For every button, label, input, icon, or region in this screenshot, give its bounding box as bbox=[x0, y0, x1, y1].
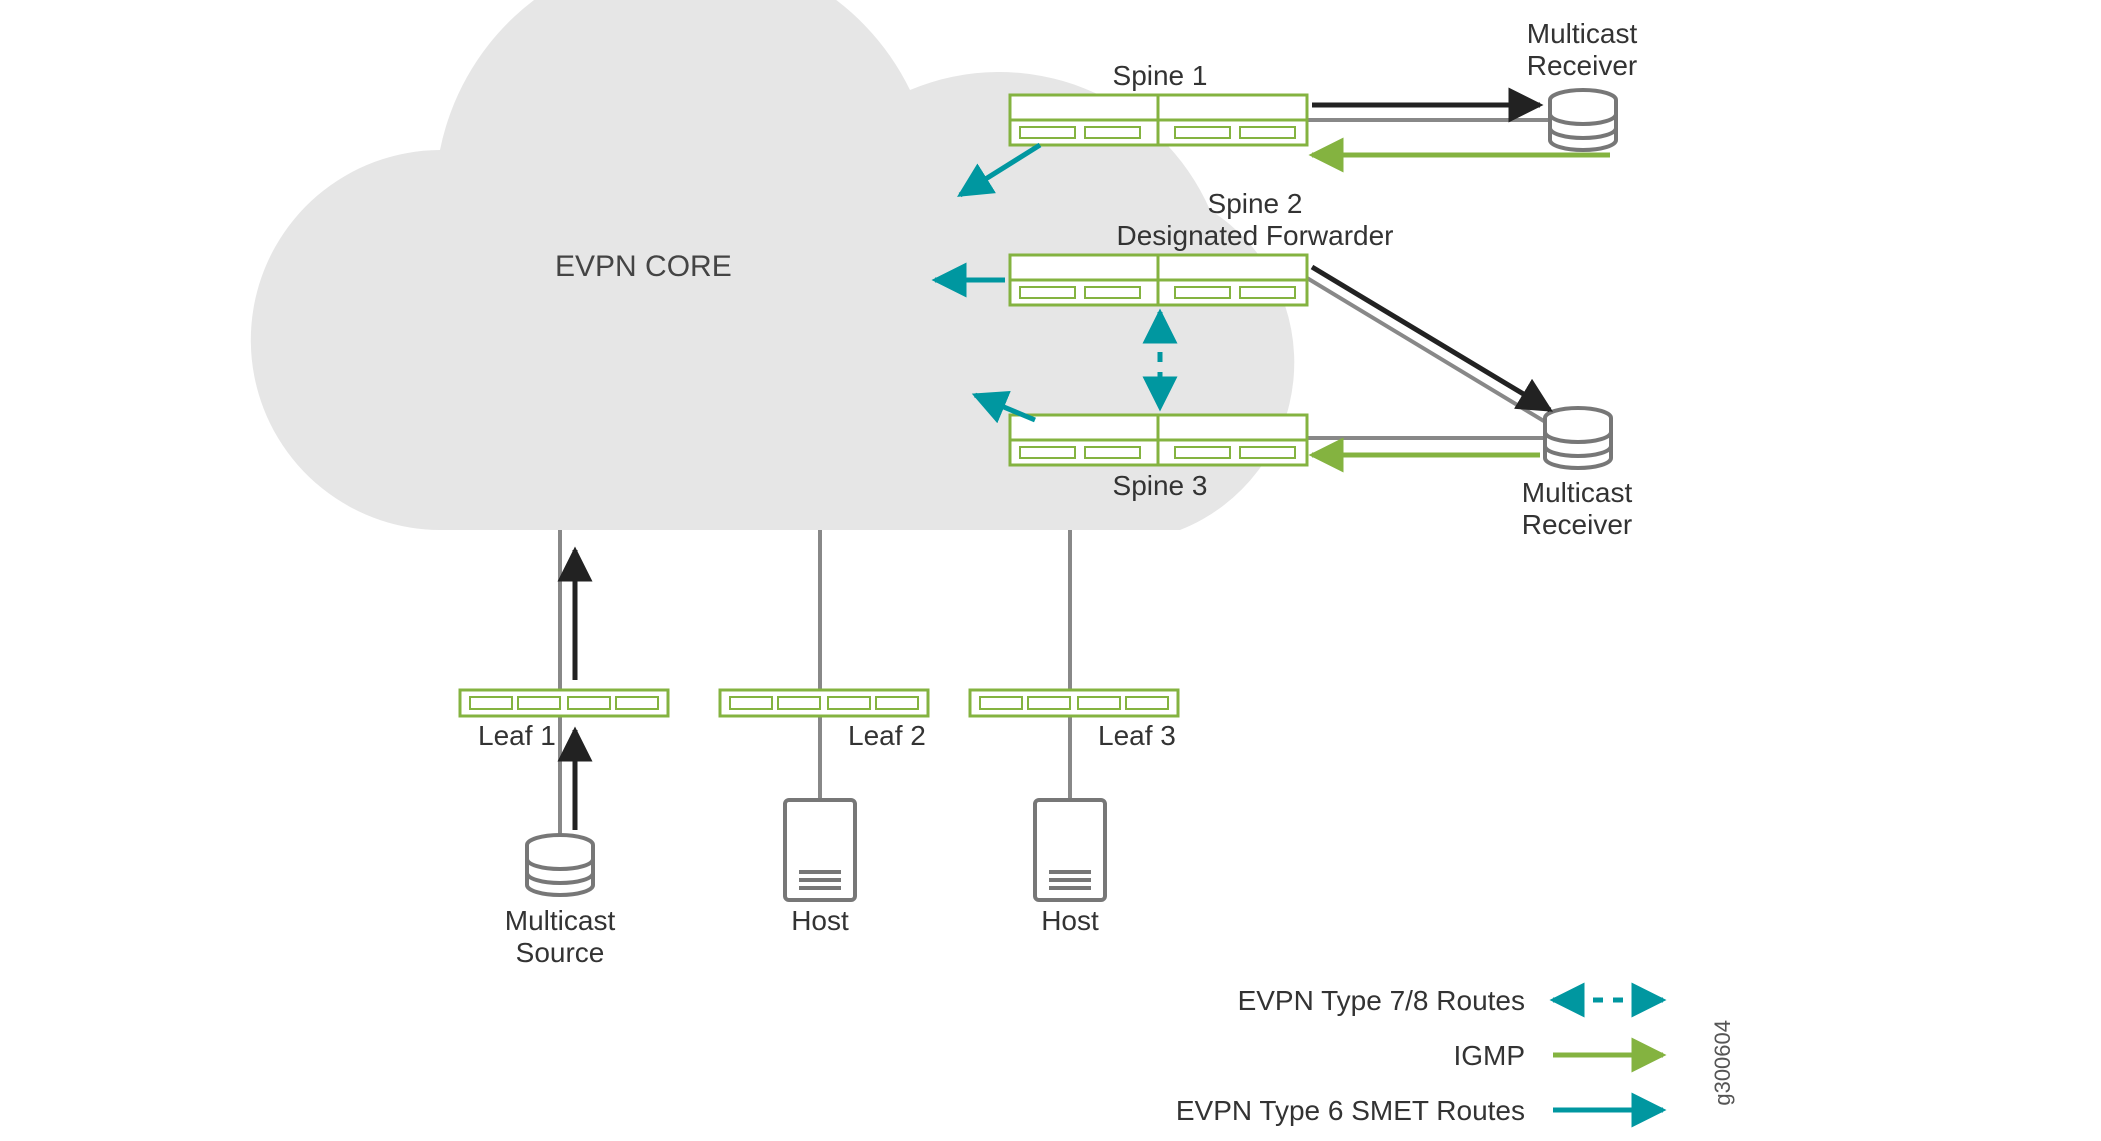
spine3-switch bbox=[1010, 415, 1307, 465]
multicast-source-icon bbox=[527, 835, 593, 895]
legend-lines bbox=[1553, 1000, 1663, 1110]
core-label: EVPN CORE bbox=[555, 250, 732, 285]
leaf2-switch bbox=[720, 690, 928, 716]
leaf3-label: Leaf 3 bbox=[1098, 720, 1176, 752]
figure-id: g300604 bbox=[1710, 1020, 1736, 1106]
host3-icon bbox=[1035, 800, 1105, 900]
spine1-label: Spine 1 bbox=[1113, 60, 1208, 92]
host-icons bbox=[785, 800, 1105, 900]
host3-label: Host bbox=[1041, 905, 1099, 937]
spine2-switch bbox=[1010, 255, 1307, 305]
multicast-receiver-top-icon bbox=[1550, 90, 1616, 150]
mrcv-right-label: Multicast Receiver bbox=[1522, 477, 1632, 541]
leaf1-label: Leaf 1 bbox=[478, 720, 556, 752]
leaf3-switch bbox=[970, 690, 1178, 716]
host2-label: Host bbox=[791, 905, 849, 937]
msrc-label: Multicast Source bbox=[505, 905, 615, 969]
leaf1-switch bbox=[460, 690, 668, 716]
legend-type6: EVPN Type 6 SMET Routes bbox=[1176, 1095, 1525, 1127]
legend-igmp: IGMP bbox=[1453, 1040, 1525, 1072]
multicast-receiver-right-icon bbox=[1545, 408, 1611, 468]
spine1-switch bbox=[1010, 95, 1307, 145]
legend-type78: EVPN Type 7/8 Routes bbox=[1238, 985, 1525, 1017]
leaf2-label: Leaf 2 bbox=[848, 720, 926, 752]
spine2-label: Spine 2 Designated Forwarder bbox=[1116, 188, 1393, 252]
spine3-label: Spine 3 bbox=[1113, 470, 1208, 502]
host2-icon bbox=[785, 800, 855, 900]
mrcv-top-label: Multicast Receiver bbox=[1527, 18, 1637, 82]
